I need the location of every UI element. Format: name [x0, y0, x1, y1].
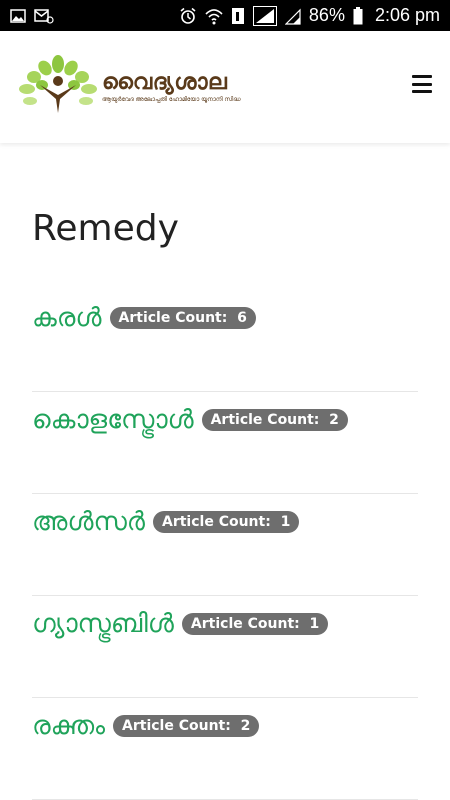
menu-line	[412, 82, 432, 86]
list-item: അൾസർ Article Count: 1	[32, 494, 418, 596]
clock: 2:06 pm	[374, 5, 440, 25]
badge-count: 2	[240, 718, 251, 734]
badge-label: Article Count:	[122, 718, 241, 734]
wifi-icon	[205, 7, 223, 25]
menu-line	[412, 90, 432, 93]
email-icon	[34, 8, 54, 24]
article-count-badge: Article Count: 2	[201, 409, 348, 431]
article-count-badge: Article Count: 2	[113, 715, 260, 737]
battery-percent: 86%	[308, 5, 345, 25]
image-icon	[10, 8, 26, 24]
sim-icon	[231, 7, 245, 25]
page-title: Remedy	[32, 208, 179, 249]
list-item: രക്തം Article Count: 2	[32, 698, 418, 800]
badge-count: 1	[309, 616, 320, 632]
brand-name: വൈദ്യശാല	[102, 70, 228, 95]
signal-icon	[252, 5, 277, 26]
tree-person-icon	[18, 55, 98, 119]
article-count-badge: Article Count: 1	[153, 511, 300, 533]
badge-count: 6	[237, 310, 247, 326]
badge-label: Article Count:	[190, 616, 310, 632]
status-bar: 86% 2:06 pm	[0, 0, 450, 31]
signal2-icon	[284, 7, 301, 25]
badge-count: 1	[280, 514, 291, 530]
badge-count: 2	[329, 412, 339, 428]
remedy-link[interactable]: കരൾ	[32, 298, 102, 338]
hamburger-icon[interactable]	[412, 75, 432, 93]
list-item: കരൾ Article Count: 6	[32, 290, 418, 392]
alarm-icon	[179, 7, 197, 25]
status-left	[10, 8, 54, 24]
menu-line	[412, 75, 432, 78]
list-item: ഗ്യാസ്ട്രബിൾ Article Count: 1	[32, 596, 418, 698]
badge-label: Article Count:	[210, 412, 330, 428]
badge-label: Article Count:	[118, 310, 238, 326]
remedy-link[interactable]: അൾസർ	[32, 502, 145, 542]
remedy-link[interactable]: ഗ്യാസ്ട്രബിൾ	[32, 604, 174, 644]
status-right: 86% 2:06 pm	[179, 5, 440, 26]
brand: വൈദ്യശാല ആയുർവേദ അലോപ്പതി ഹോമിയോ യൂനാനി …	[102, 70, 241, 104]
article-count-badge: Article Count: 1	[181, 613, 329, 635]
badge-label: Article Count:	[162, 514, 281, 530]
list-item: കൊളസ്ട്രോൾ Article Count: 2	[32, 392, 418, 494]
battery-icon	[353, 6, 363, 25]
site-logo[interactable]: വൈദ്യശാല ആയുർവേദ അലോപ്പതി ഹോമിയോ യൂനാനി …	[18, 55, 241, 119]
remedy-link[interactable]: രക്തം	[32, 706, 105, 746]
remedy-list: കരൾ Article Count: 6 കൊളസ്ട്രോൾ Article …	[32, 290, 418, 800]
remedy-link[interactable]: കൊളസ്ട്രോൾ	[32, 400, 194, 440]
brand-tagline: ആയുർവേദ അലോപ്പതി ഹോമിയോ യൂനാനി സിദ്ധ	[102, 96, 241, 103]
site-header: വൈദ്യശാല ആയുർവേദ അലോപ്പതി ഹോമിയോ യൂനാനി …	[0, 31, 450, 143]
article-count-badge: Article Count: 6	[109, 307, 256, 329]
